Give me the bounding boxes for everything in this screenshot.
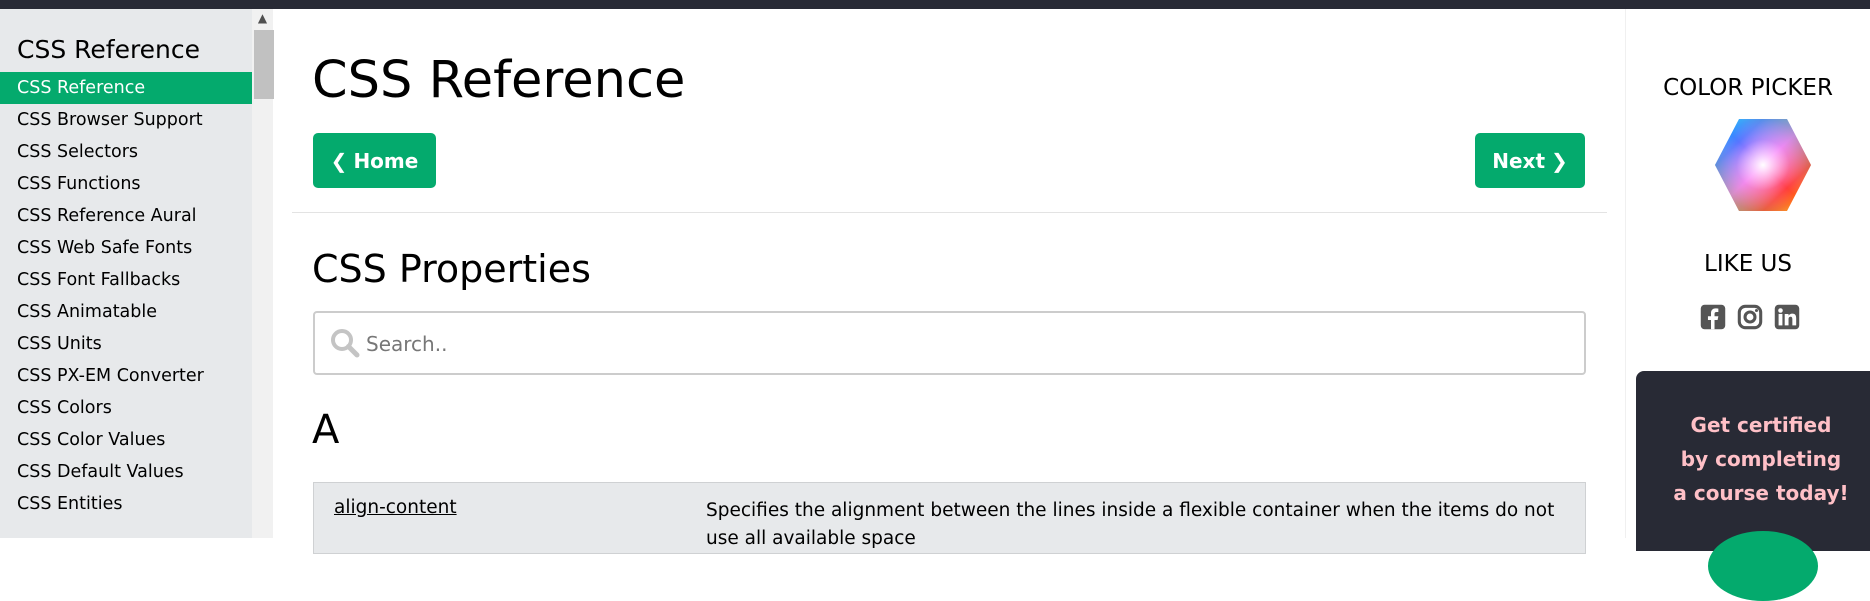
sidebar-item-css-default-values[interactable]: CSS Default Values bbox=[0, 456, 252, 488]
top-bar bbox=[0, 0, 1870, 9]
sidebar-item-css-color-values[interactable]: CSS Color Values bbox=[0, 424, 252, 456]
sidebar-item-css-animatable[interactable]: CSS Animatable bbox=[0, 296, 252, 328]
sidebar-list: CSS Reference CSS Browser Support CSS Se… bbox=[0, 72, 252, 520]
sidebar-item-css-units[interactable]: CSS Units bbox=[0, 328, 252, 360]
divider bbox=[292, 212, 1607, 213]
color-picker-icon[interactable] bbox=[1714, 117, 1812, 213]
property-description: Specifies the alignment between the line… bbox=[706, 500, 1555, 549]
sidebar-item-css-functions[interactable]: CSS Functions bbox=[0, 168, 252, 200]
scroll-up-arrow-icon[interactable]: ▲ bbox=[252, 9, 273, 27]
instagram-icon[interactable] bbox=[1737, 300, 1763, 334]
section-title: CSS Properties bbox=[312, 247, 591, 291]
facebook-icon[interactable] bbox=[1700, 300, 1726, 334]
properties-table: align-content Specifies the alignment be… bbox=[313, 482, 1586, 554]
main-content: CSS Reference ❮ Home Next ❯ CSS Properti… bbox=[292, 9, 1607, 554]
certification-text: Get certified by completing a course tod… bbox=[1636, 408, 1870, 510]
search-box[interactable] bbox=[313, 311, 1586, 375]
sidebar-item-css-selectors[interactable]: CSS Selectors bbox=[0, 136, 252, 168]
cert-decoration-circle bbox=[1708, 531, 1818, 601]
search-icon bbox=[331, 329, 360, 358]
property-link[interactable]: align-content bbox=[334, 497, 457, 518]
chevron-right-icon: ❯ bbox=[1551, 148, 1568, 173]
next-button[interactable]: Next ❯ bbox=[1475, 133, 1585, 188]
sidebar-item-css-entities[interactable]: CSS Entities bbox=[0, 488, 252, 520]
sidebar-item-css-reference-aural[interactable]: CSS Reference Aural bbox=[0, 200, 252, 232]
sidebar-item-css-browser-support[interactable]: CSS Browser Support bbox=[0, 104, 252, 136]
sidebar: CSS Reference CSS Reference CSS Browser … bbox=[0, 9, 252, 538]
sidebar-item-css-reference[interactable]: CSS Reference bbox=[0, 72, 252, 104]
cert-line: a course today! bbox=[1673, 481, 1849, 505]
sidebar-scrollbar[interactable]: ▲ bbox=[252, 9, 274, 538]
sidebar-item-css-font-fallbacks[interactable]: CSS Font Fallbacks bbox=[0, 264, 252, 296]
chevron-left-icon: ❮ bbox=[330, 148, 348, 173]
linkedin-icon[interactable] bbox=[1774, 300, 1800, 334]
cert-line: Get certified bbox=[1690, 413, 1832, 437]
page-title: CSS Reference bbox=[312, 51, 686, 110]
like-us-heading: LIKE US bbox=[1704, 251, 1792, 277]
certification-card[interactable]: Get certified by completing a course tod… bbox=[1636, 371, 1870, 601]
social-icons bbox=[1700, 300, 1800, 338]
scrollbar-thumb[interactable] bbox=[254, 30, 274, 99]
letter-heading: A bbox=[312, 407, 340, 453]
search-input[interactable] bbox=[364, 313, 1568, 375]
right-column: COLOR PICKER LIKE US Get certified by co… bbox=[1626, 9, 1870, 601]
sidebar-title: CSS Reference bbox=[17, 35, 201, 64]
next-button-label: Next bbox=[1492, 148, 1545, 173]
color-picker-heading: COLOR PICKER bbox=[1663, 75, 1833, 101]
sidebar-item-css-web-safe-fonts[interactable]: CSS Web Safe Fonts bbox=[0, 232, 252, 264]
cert-line: by completing bbox=[1680, 447, 1842, 471]
sidebar-item-css-px-em-converter[interactable]: CSS PX-EM Converter bbox=[0, 360, 252, 392]
home-button-label: Home bbox=[353, 148, 419, 173]
home-button[interactable]: ❮ Home bbox=[313, 133, 436, 188]
sidebar-item-css-colors[interactable]: CSS Colors bbox=[0, 392, 252, 424]
